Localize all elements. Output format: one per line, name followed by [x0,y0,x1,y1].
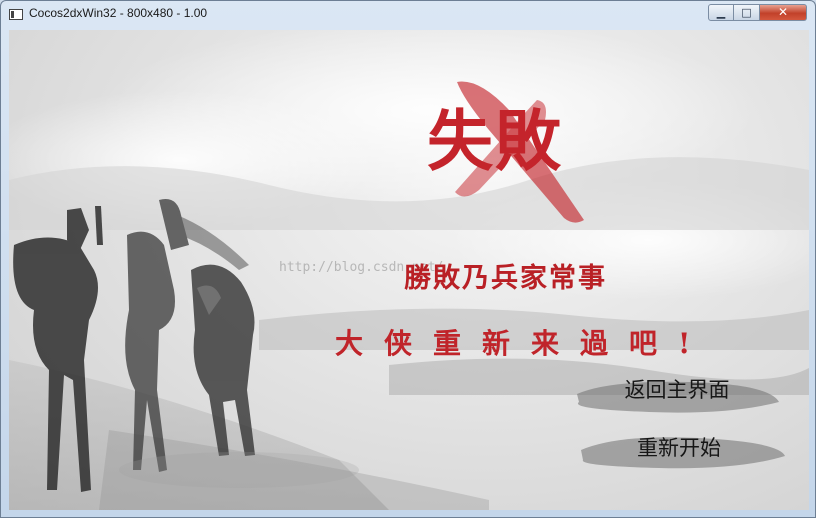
maximize-icon: □ [741,6,752,19]
minimize-button[interactable]: ▁ [708,4,734,21]
app-window: Cocos2dxWin32 - 800x480 - 1.00 ▁ □ ✕ htt… [0,0,816,518]
close-icon: ✕ [777,5,789,19]
minimize-icon: ▁ [716,6,726,19]
restart-button[interactable]: 重新开始 [579,424,779,468]
return-main-menu-label: 返回主界面 [624,378,730,402]
fail-title: 失敗 [427,102,563,180]
return-main-menu-button[interactable]: 返回主界面 [577,366,777,410]
slogan-text: 大侠重新来過吧! [335,327,712,360]
app-window-icon [9,9,23,20]
restart-label: 重新开始 [637,436,721,460]
close-button[interactable]: ✕ [760,4,807,21]
game-canvas[interactable]: http://blog.csdn.net/ 失敗 勝敗乃兵家常事 大侠重新来過吧… [9,30,809,510]
maximize-button[interactable]: □ [734,4,760,21]
title-bar[interactable]: Cocos2dxWin32 - 800x480 - 1.00 ▁ □ ✕ [1,1,815,29]
subtitle-text: 勝敗乃兵家常事 [404,263,607,294]
window-title: Cocos2dxWin32 - 800x480 - 1.00 [29,6,208,20]
